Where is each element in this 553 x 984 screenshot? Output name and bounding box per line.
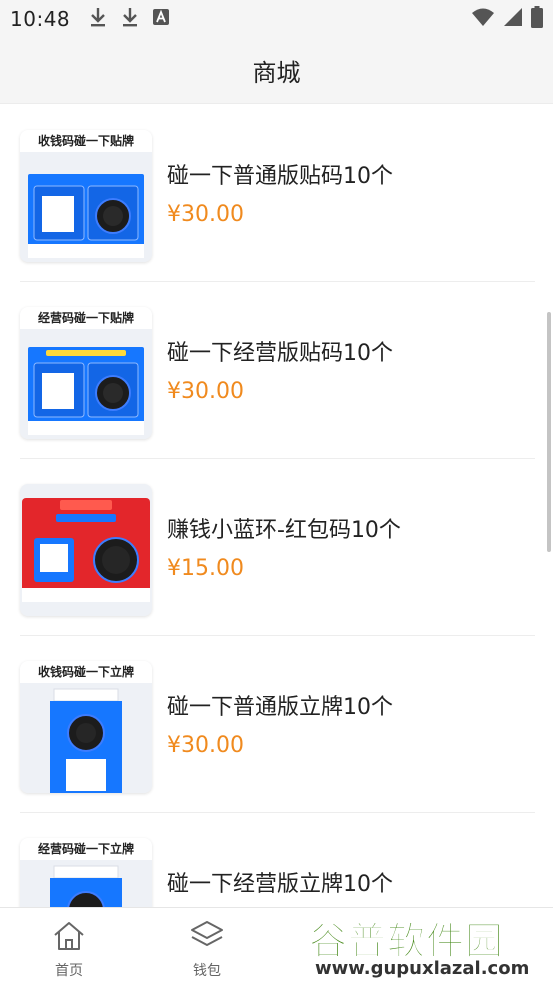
home-icon [52,920,86,956]
product-price: ¥30.00 [167,379,244,404]
product-price: ¥30.00 [167,733,244,758]
app-header: 商城 [0,38,553,104]
product-name: 碰一下经营版贴码10个 [167,341,393,366]
font-icon [152,8,170,30]
watermark-brand: 谷普软件园 [308,919,505,964]
page-title: 商城 [252,59,301,87]
layers-icon [190,920,224,956]
product-name: 碰一下普通版立牌10个 [167,695,393,720]
product-name: 碰一下普通版贴码10个 [167,164,393,189]
red-sticker-art [20,484,152,616]
product-item[interactable]: 经营码碰一下贴牌 碰一下经营版贴码10个 ¥30.00 [0,282,553,459]
sticker-art [20,152,152,262]
product-price: ¥15.00 [167,556,244,581]
watermark-url: www.gupuxlazal.com [315,958,530,979]
download-icon [88,6,108,32]
wifi-icon [471,7,495,31]
download-icon [120,6,140,32]
product-thumbnail[interactable]: 收钱码碰一下立牌 [20,661,152,793]
product-price: ¥30.00 [167,202,244,227]
status-bar: 10:48 [0,0,553,38]
tab-home-label: 首页 [55,963,83,979]
sticker-art [20,329,152,439]
tab-wallet-label: 钱包 [193,963,221,979]
product-thumbnail[interactable]: 经营码碰一下立牌 [20,838,152,907]
tab-wallet[interactable]: 钱包 [138,908,276,984]
signal-icon [503,7,523,31]
stand-art [20,683,152,793]
battery-icon [531,6,543,32]
product-thumbnail[interactable]: 收钱码碰一下贴牌 [20,130,152,262]
product-name: 赚钱小蓝环-红包码10个 [167,518,401,543]
product-thumbnail[interactable]: 经营码碰一下贴牌 [20,307,152,439]
stand-art [20,860,152,907]
product-item[interactable]: 经营码碰一下立牌 碰一下经营版立牌10个 [0,813,553,907]
watermark: 谷普软件园 www.gupuxlazal.com [305,910,553,984]
status-time: 10:48 [10,7,71,31]
product-item[interactable]: 收钱码碰一下立牌 碰一下普通版立牌10个 ¥30.00 [0,636,553,813]
product-thumbnail[interactable] [20,484,152,616]
scrollbar[interactable] [547,312,551,552]
product-name: 碰一下经营版立牌10个 [167,872,393,897]
product-list[interactable]: 收钱码碰一下贴牌 碰一下普通版贴码10个 ¥30.00 经营码碰一下贴牌 碰一下… [0,105,553,907]
tab-home[interactable]: 首页 [0,908,138,984]
product-item[interactable]: 收钱码碰一下贴牌 碰一下普通版贴码10个 ¥30.00 [0,105,553,282]
product-item[interactable]: 赚钱小蓝环-红包码10个 ¥15.00 [0,459,553,636]
